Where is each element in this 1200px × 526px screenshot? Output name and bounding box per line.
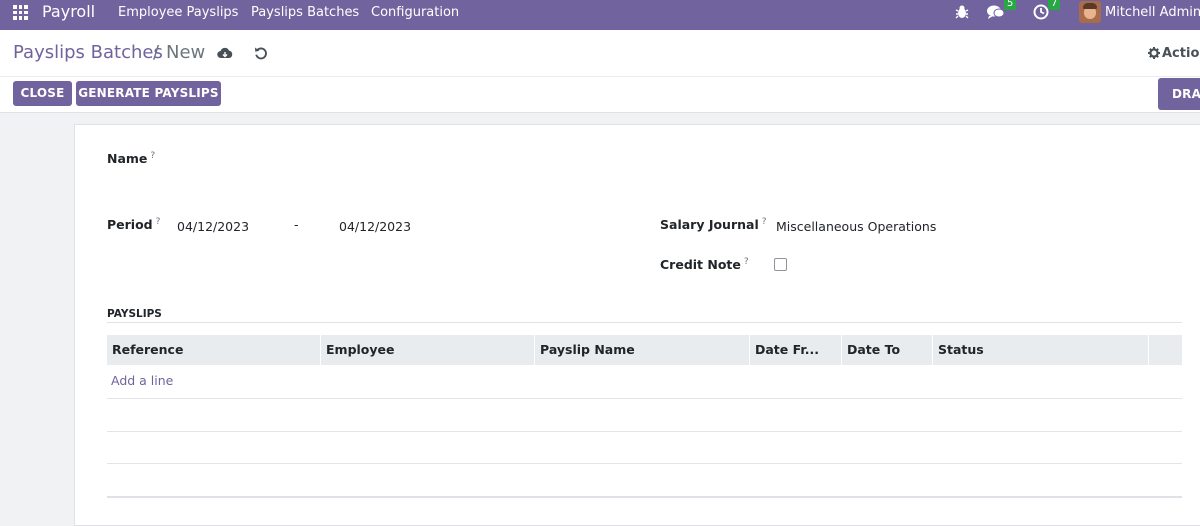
breadcrumb-current: New [166,42,206,63]
messages-badge: 5 [1004,0,1017,10]
salary-journal-label: Salary Journal? [660,217,767,233]
period-to-field[interactable]: 04/12/2023 [339,219,411,234]
help-tooltip-icon[interactable]: ? [150,151,155,161]
table-row [107,431,1182,464]
gear-icon [1148,47,1160,63]
help-tooltip-icon[interactable]: ? [744,257,749,267]
column-header-status[interactable]: Status [933,335,1149,365]
debug-bug-icon[interactable] [955,4,969,24]
status-draft-badge: DRAFT [1158,78,1200,110]
credit-note-checkbox[interactable] [774,258,787,271]
column-header-payslip-name[interactable]: Payslip Name [535,335,750,365]
discard-undo-icon[interactable] [254,45,270,61]
credit-note-label: Credit Note? [660,257,749,273]
period-label: Period? [107,217,161,233]
menu-payslips-batches[interactable]: Payslips Batches [251,5,359,20]
table-row [107,399,1182,432]
breadcrumb-parent[interactable]: Payslips Batches [13,42,163,63]
divider [107,322,1182,323]
breadcrumb: Payslips Batches / New Action [0,30,1200,77]
close-button[interactable]: CLOSE [13,81,72,106]
table-row [107,464,1182,498]
activities-badge: 7 [1048,0,1061,10]
column-header-employee[interactable]: Employee [321,335,535,365]
control-panel: Payslips Batches / New Action CLOSE GENE… [0,30,1200,113]
help-tooltip-icon[interactable]: ? [156,217,161,227]
help-tooltip-icon[interactable]: ? [762,217,767,227]
top-navbar: Payroll Employee Payslips Payslips Batch… [0,0,1200,30]
period-separator: - [294,217,299,232]
menu-employee-payslips[interactable]: Employee Payslips [118,5,238,20]
user-menu[interactable]: Mitchell Admin ( [1105,5,1200,20]
app-menu-icon[interactable] [13,5,28,20]
column-header-reference[interactable]: Reference [107,335,321,365]
save-cloud-icon[interactable] [217,45,233,61]
generate-payslips-button[interactable]: GENERATE PAYSLIPS [76,81,221,106]
user-avatar[interactable] [1079,1,1101,23]
column-header-date-from[interactable]: Date Fr... [750,335,842,365]
name-label: Name? [107,151,156,167]
action-menu[interactable]: Action [1148,46,1200,63]
column-header-date-to[interactable]: Date To [842,335,933,365]
table-row: Add a line [107,366,1182,399]
payslips-table-header: Reference Employee Payslip Name Date Fr.… [107,335,1182,365]
messages-icon[interactable] [987,4,1005,24]
activity-clock-icon[interactable] [1033,4,1049,24]
menu-configuration[interactable]: Configuration [371,5,459,20]
payslips-tab[interactable]: PAYSLIPS [107,308,162,320]
action-label: Action [1162,46,1200,61]
form-sheet: Name? Period? 04/12/2023 - 04/12/2023 Sa… [74,124,1200,526]
app-name[interactable]: Payroll [42,2,95,21]
breadcrumb-separator: / [153,42,160,63]
add-line-link[interactable]: Add a line [111,373,173,388]
period-from-field[interactable]: 04/12/2023 [177,219,249,234]
salary-journal-field[interactable]: Miscellaneous Operations [776,219,936,234]
